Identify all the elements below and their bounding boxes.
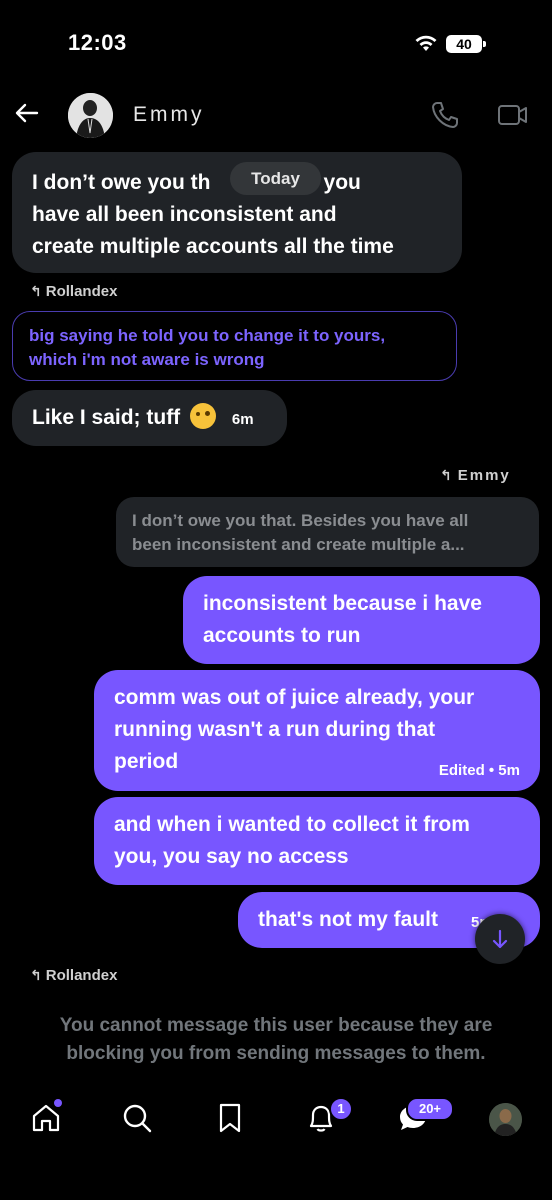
message-bubble-incoming[interactable]: Like I said; tuff 6m xyxy=(12,390,287,446)
quoted-text: I don’t owe you that. Besides you have a… xyxy=(132,511,469,530)
status-time: 12:03 xyxy=(68,30,127,55)
reply-arrow-icon: ↰ xyxy=(30,967,42,983)
bookmark-icon[interactable] xyxy=(214,1102,246,1134)
phone-call-icon[interactable] xyxy=(430,100,460,130)
battery-nub xyxy=(483,41,486,47)
message-bubble-outgoing[interactable]: inconsistent because i have accounts to … xyxy=(183,576,540,664)
message-text: accounts to run xyxy=(203,624,361,647)
message-text: that's not my fault xyxy=(258,908,438,931)
woozy-face-emoji-icon xyxy=(190,402,217,429)
scroll-to-bottom-button[interactable] xyxy=(475,914,525,964)
person-silhouette-icon xyxy=(489,1103,522,1136)
date-divider: Today xyxy=(230,162,321,195)
quoted-message[interactable]: I don’t owe you that. Besides you have a… xyxy=(116,497,539,567)
blocked-notice: You cannot message this user because the… xyxy=(20,1012,532,1068)
profile-avatar[interactable] xyxy=(489,1103,522,1136)
contact-name[interactable]: Emmy xyxy=(133,103,205,127)
reply-context-label: ↰ Rollandex xyxy=(30,283,118,300)
message-text: you, you say no access xyxy=(114,845,349,868)
message-edited-timestamp: Edited • 5m xyxy=(438,762,520,779)
message-timestamp: 6m xyxy=(231,411,254,428)
arrow-down-icon xyxy=(492,929,508,949)
home-notification-dot xyxy=(54,1099,62,1107)
quoted-message[interactable]: big saying he told you to change it to y… xyxy=(12,311,457,381)
battery-indicator: 40 xyxy=(446,35,482,53)
person-silhouette-icon xyxy=(68,93,113,138)
message-text: Like I said; tuff xyxy=(32,406,181,429)
quoted-text: been inconsistent and create multiple a.… xyxy=(132,535,465,554)
messages-badge: 20+ xyxy=(406,1097,454,1121)
reply-context-label: ↰ Rollandex xyxy=(30,967,118,984)
notifications-badge: 1 xyxy=(329,1097,353,1121)
contact-avatar[interactable] xyxy=(68,93,113,138)
video-call-icon[interactable] xyxy=(497,102,529,128)
blocked-notice-text: blocking you from sending messages to th… xyxy=(66,1043,486,1064)
back-arrow-icon[interactable] xyxy=(14,100,40,126)
quoted-text: big saying he told you to change it to y… xyxy=(29,326,386,345)
message-text: comm was out of juice already, your xyxy=(114,686,475,709)
message-bubble-outgoing[interactable]: comm was out of juice already, your runn… xyxy=(94,670,540,791)
message-text: create multiple accounts all the time xyxy=(32,235,394,258)
quoted-text: which i'm not aware is wrong xyxy=(29,350,265,369)
reply-context-label: ↰ Emmy xyxy=(440,467,511,484)
message-text: running wasn't a run during that xyxy=(114,718,436,741)
message-text: have all been inconsistent and xyxy=(32,203,337,226)
blocked-notice-text: You cannot message this user because the… xyxy=(59,1015,493,1036)
reply-arrow-icon: ↰ xyxy=(30,283,42,299)
message-bubble-outgoing[interactable]: and when i wanted to collect it from you… xyxy=(94,797,540,885)
message-text: I don’t owe you th xyxy=(32,171,211,194)
message-text: and when i wanted to collect it from xyxy=(114,813,470,836)
search-icon[interactable] xyxy=(121,1102,153,1134)
reply-arrow-icon: ↰ xyxy=(440,467,454,483)
message-text: inconsistent because i have xyxy=(203,592,482,615)
wifi-icon xyxy=(415,35,437,51)
